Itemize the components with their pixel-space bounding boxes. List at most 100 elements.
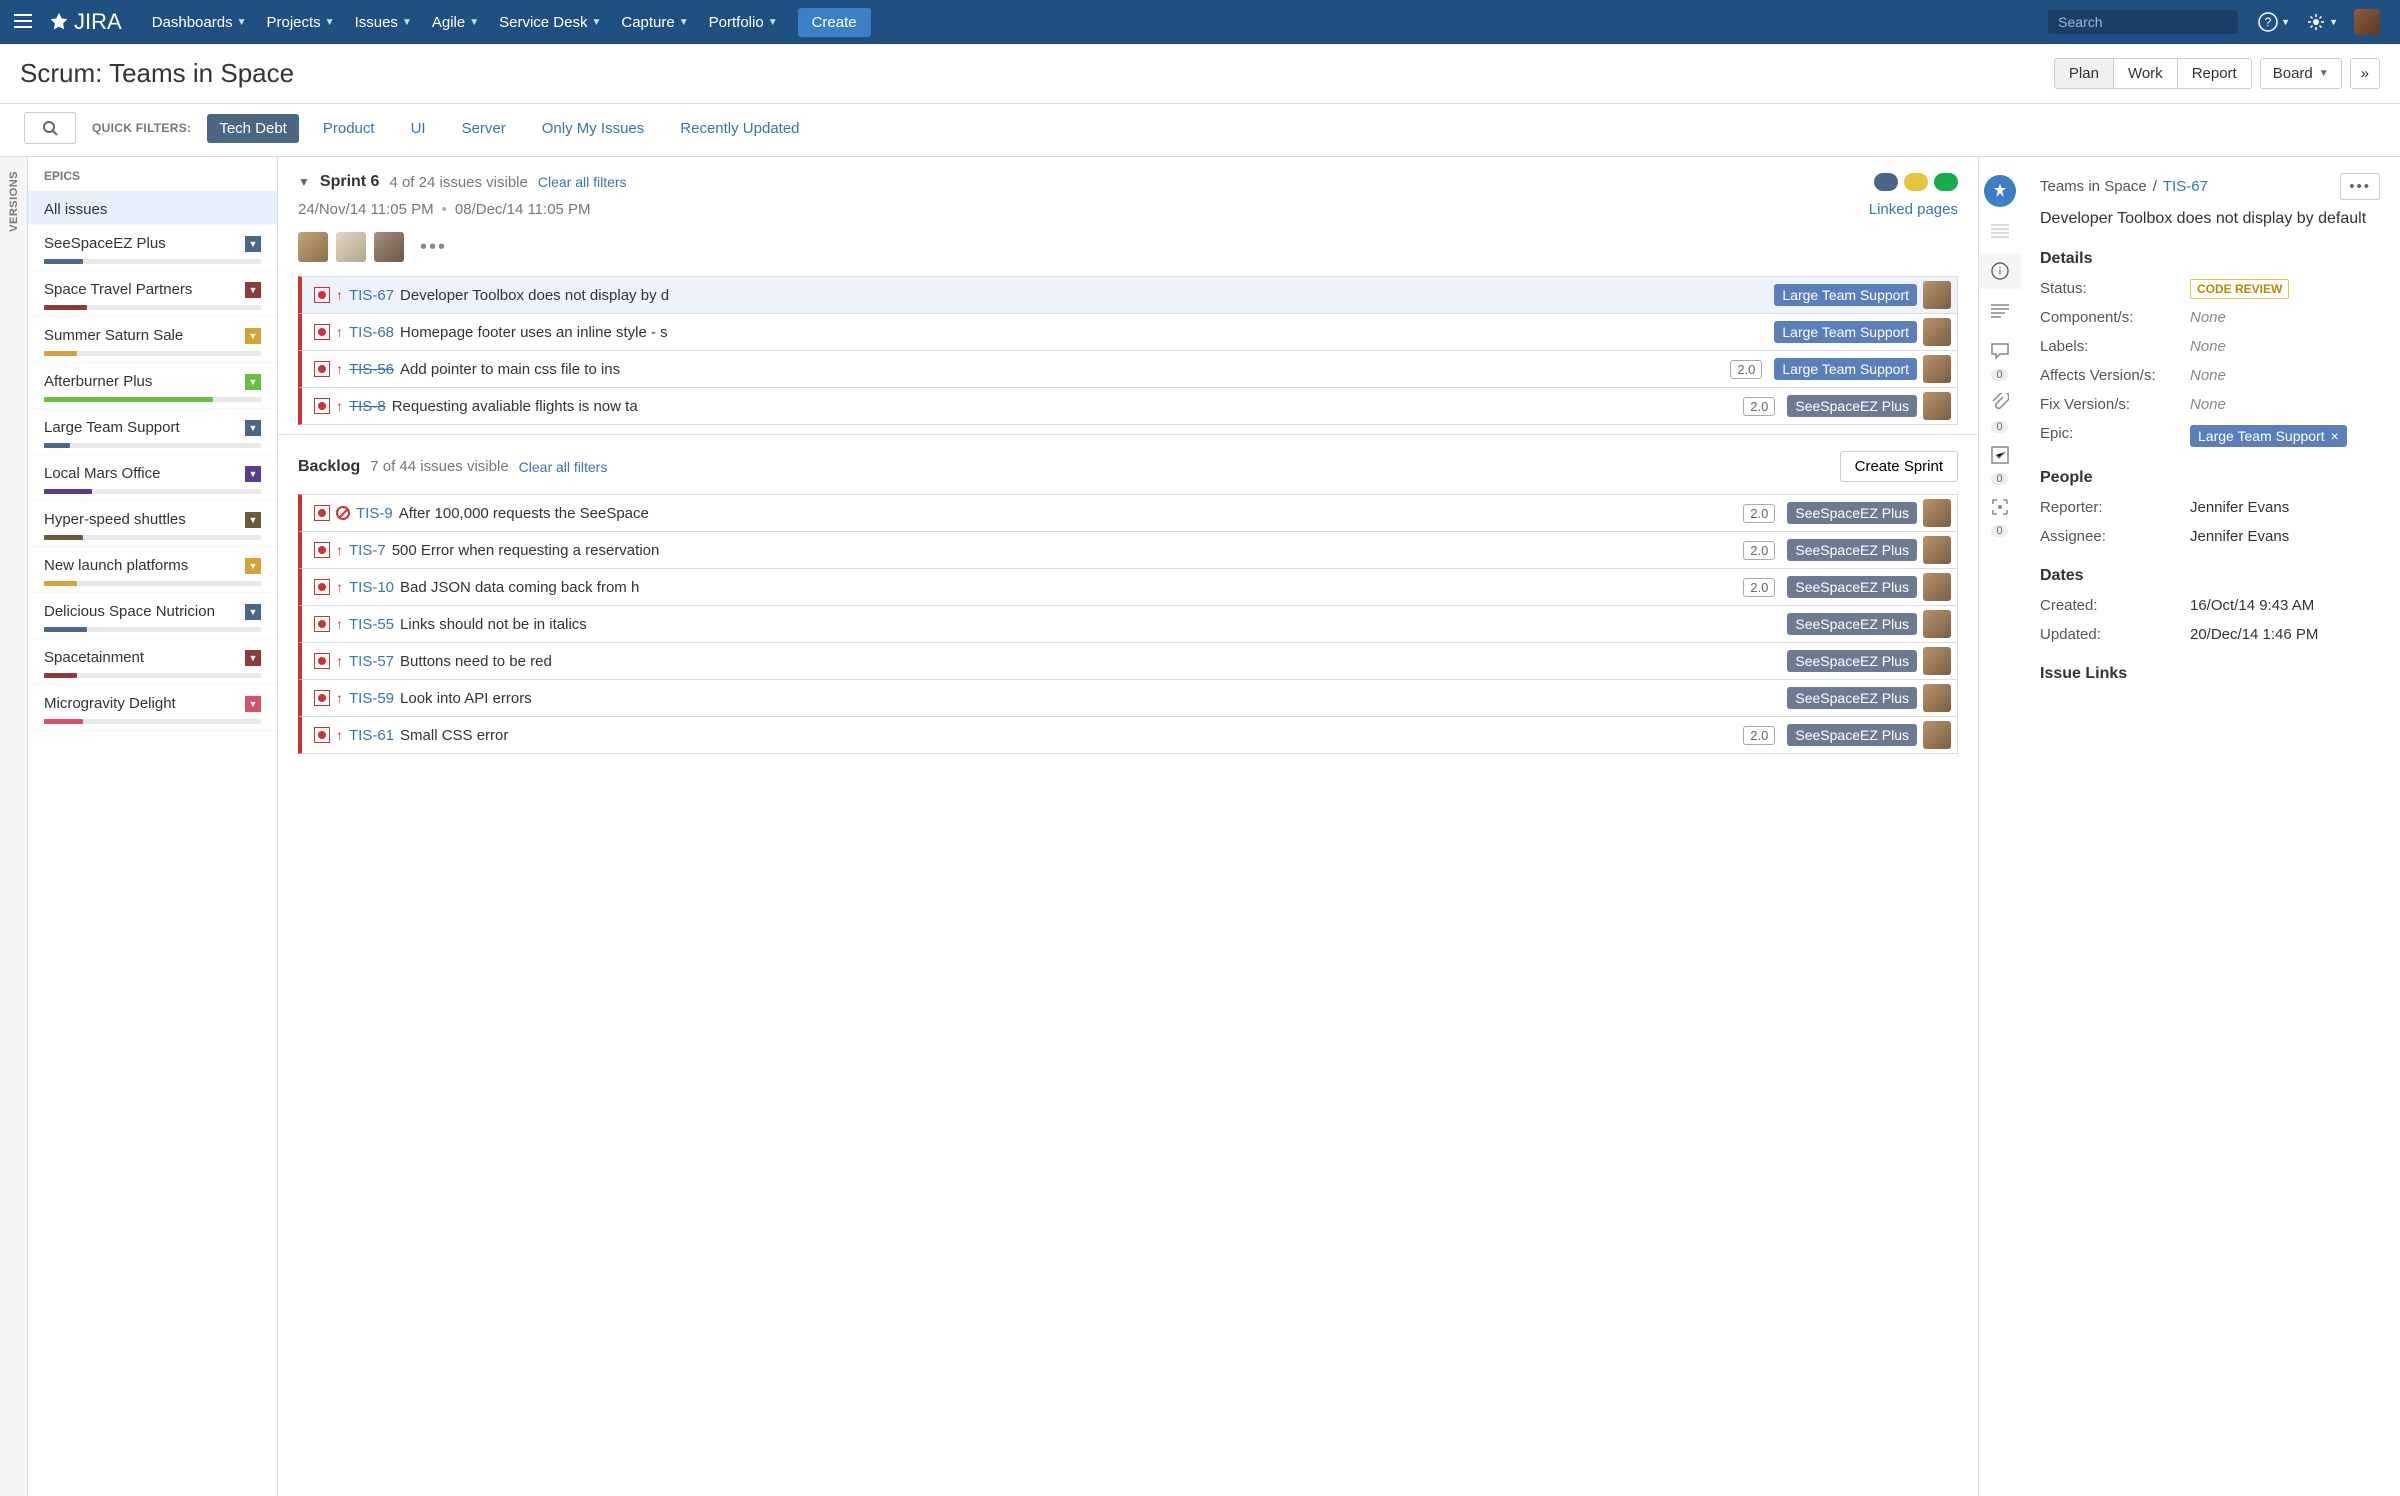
status-dot[interactable] (1934, 173, 1958, 191)
issue-epic-badge[interactable]: Large Team Support (1774, 321, 1917, 343)
attachments-icon[interactable] (1979, 385, 2021, 421)
issue-row[interactable]: ↑TIS-7500 Error when requesting a reserv… (298, 531, 1958, 569)
issue-epic-badge[interactable]: Large Team Support (1774, 358, 1917, 380)
assignee-avatar[interactable] (1923, 610, 1951, 638)
breadcrumb-project[interactable]: Teams in Space (2040, 178, 2147, 195)
status-dot[interactable] (1874, 173, 1898, 191)
assignee-avatar[interactable] (1923, 499, 1951, 527)
filter-only-my-issues[interactable]: Only My Issues (530, 114, 657, 143)
linked-pages-link[interactable]: Linked pages (1869, 201, 1958, 218)
issue-epic-badge[interactable]: Large Team Support (1774, 284, 1917, 306)
issue-epic-badge[interactable]: SeeSpaceEZ Plus (1787, 539, 1917, 561)
nav-dashboards[interactable]: Dashboards▼ (142, 0, 257, 44)
sprint-collapse-icon[interactable]: ▼ (298, 175, 310, 189)
project-icon[interactable] (1979, 173, 2021, 209)
create-button[interactable]: Create (798, 8, 871, 37)
info-icon[interactable]: i (1979, 253, 2021, 289)
issue-row[interactable]: ↑TIS-56Add pointer to main css file to i… (298, 350, 1958, 388)
settings-icon[interactable]: ▼ (2298, 12, 2346, 32)
issue-key[interactable]: TIS-8 (349, 398, 386, 415)
assignee-avatar[interactable] (1923, 355, 1951, 383)
issue-epic-badge[interactable]: SeeSpaceEZ Plus (1787, 395, 1917, 417)
chevron-down-icon[interactable]: ▼ (245, 512, 261, 528)
nav-capture[interactable]: Capture▼ (611, 0, 698, 44)
issue-key[interactable]: TIS-55 (349, 616, 394, 633)
issue-row[interactable]: ↑TIS-55Links should not be in italicsSee… (298, 605, 1958, 643)
epic-item[interactable]: New launch platforms▼ (28, 547, 277, 593)
issue-key[interactable]: TIS-61 (349, 727, 394, 744)
issue-epic-badge[interactable]: SeeSpaceEZ Plus (1787, 724, 1917, 746)
sprint-clear-filters[interactable]: Clear all filters (538, 174, 627, 190)
team-avatar[interactable] (298, 232, 328, 262)
breadcrumb-key[interactable]: TIS-67 (2163, 178, 2208, 195)
issue-actions-menu[interactable]: ••• (2340, 173, 2380, 200)
backlog-clear-filters[interactable]: Clear all filters (519, 459, 608, 475)
nav-agile[interactable]: Agile▼ (422, 0, 489, 44)
epic-item[interactable]: Delicious Space Nutricion▼ (28, 593, 277, 639)
jira-logo[interactable]: JIRA (48, 9, 122, 35)
assignee-avatar[interactable] (1923, 573, 1951, 601)
expand-button[interactable]: » (2350, 58, 2380, 89)
issue-row[interactable]: ↑TIS-57Buttons need to be redSeeSpaceEZ … (298, 642, 1958, 680)
nav-issues[interactable]: Issues▼ (345, 0, 422, 44)
assignee-avatar[interactable] (1923, 647, 1951, 675)
epic-all-issues[interactable]: All issues (28, 191, 277, 225)
issue-row[interactable]: ↑TIS-61Small CSS error2.0SeeSpaceEZ Plus (298, 716, 1958, 754)
versions-rail[interactable]: VERSIONS (0, 157, 28, 1496)
board-dropdown[interactable]: Board▼ (2260, 58, 2342, 89)
chevron-down-icon[interactable]: ▼ (245, 282, 261, 298)
issue-key[interactable]: TIS-56 (349, 361, 394, 378)
view-report[interactable]: Report (2178, 59, 2251, 88)
epic-item[interactable]: Hyper-speed shuttles▼ (28, 501, 277, 547)
team-avatar[interactable] (336, 232, 366, 262)
filter-ui[interactable]: UI (399, 114, 438, 143)
search-box[interactable] (2048, 10, 2238, 34)
issue-row[interactable]: TIS-9After 100,000 requests the SeeSpace… (298, 494, 1958, 532)
filter-product[interactable]: Product (311, 114, 387, 143)
issue-row[interactable]: ↑TIS-67Developer Toolbox does not displa… (298, 276, 1958, 314)
assignee-avatar[interactable] (1923, 281, 1951, 309)
menu-icon[interactable] (12, 10, 36, 34)
search-input[interactable] (2058, 14, 2239, 30)
issue-epic-badge[interactable]: SeeSpaceEZ Plus (1787, 687, 1917, 709)
issue-key[interactable]: TIS-59 (349, 690, 394, 707)
help-icon[interactable]: ?▼ (2250, 12, 2298, 32)
chevron-down-icon[interactable]: ▼ (245, 466, 261, 482)
description-icon[interactable] (1979, 293, 2021, 329)
chevron-down-icon[interactable]: ▼ (245, 604, 261, 620)
epic-item[interactable]: Afterburner Plus▼ (28, 363, 277, 409)
chevron-down-icon[interactable]: ▼ (245, 650, 261, 666)
chevron-down-icon[interactable]: ▼ (245, 328, 261, 344)
issue-row[interactable]: ↑TIS-8Requesting avaliable flights is no… (298, 387, 1958, 425)
view-work[interactable]: Work (2114, 59, 2178, 88)
assignee-avatar[interactable] (1923, 684, 1951, 712)
more-avatars-icon[interactable]: ••• (420, 236, 447, 259)
chevron-down-icon[interactable]: ▼ (245, 236, 261, 252)
filter-tech-debt[interactable]: Tech Debt (207, 114, 299, 143)
subtasks-icon[interactable] (1979, 437, 2021, 473)
issue-epic-badge[interactable]: SeeSpaceEZ Plus (1787, 613, 1917, 635)
assignee-avatar[interactable] (1923, 318, 1951, 346)
issue-key[interactable]: TIS-9 (356, 505, 393, 522)
filter-recently-updated[interactable]: Recently Updated (668, 114, 811, 143)
view-plan[interactable]: Plan (2055, 59, 2114, 88)
issue-key[interactable]: TIS-67 (349, 287, 394, 304)
chevron-down-icon[interactable]: ▼ (245, 374, 261, 390)
issue-key[interactable]: TIS-10 (349, 579, 394, 596)
epic-item[interactable]: Large Team Support▼ (28, 409, 277, 455)
assignee-avatar[interactable] (1923, 721, 1951, 749)
create-sprint-button[interactable]: Create Sprint (1840, 451, 1958, 482)
epic-item[interactable]: Space Travel Partners▼ (28, 271, 277, 317)
epic-item[interactable]: SeeSpaceEZ Plus▼ (28, 225, 277, 271)
status-dot[interactable] (1904, 173, 1928, 191)
issue-epic-badge[interactable]: SeeSpaceEZ Plus (1787, 576, 1917, 598)
assignee-avatar[interactable] (1923, 536, 1951, 564)
issue-row[interactable]: ↑TIS-59Look into API errorsSeeSpaceEZ Pl… (298, 679, 1958, 717)
issue-epic-badge[interactable]: SeeSpaceEZ Plus (1787, 650, 1917, 672)
epic-item[interactable]: Local Mars Office▼ (28, 455, 277, 501)
team-avatar[interactable] (374, 232, 404, 262)
issue-key[interactable]: TIS-57 (349, 653, 394, 670)
nav-projects[interactable]: Projects▼ (256, 0, 344, 44)
filter-search-button[interactable] (24, 112, 76, 144)
comments-icon[interactable] (1979, 333, 2021, 369)
